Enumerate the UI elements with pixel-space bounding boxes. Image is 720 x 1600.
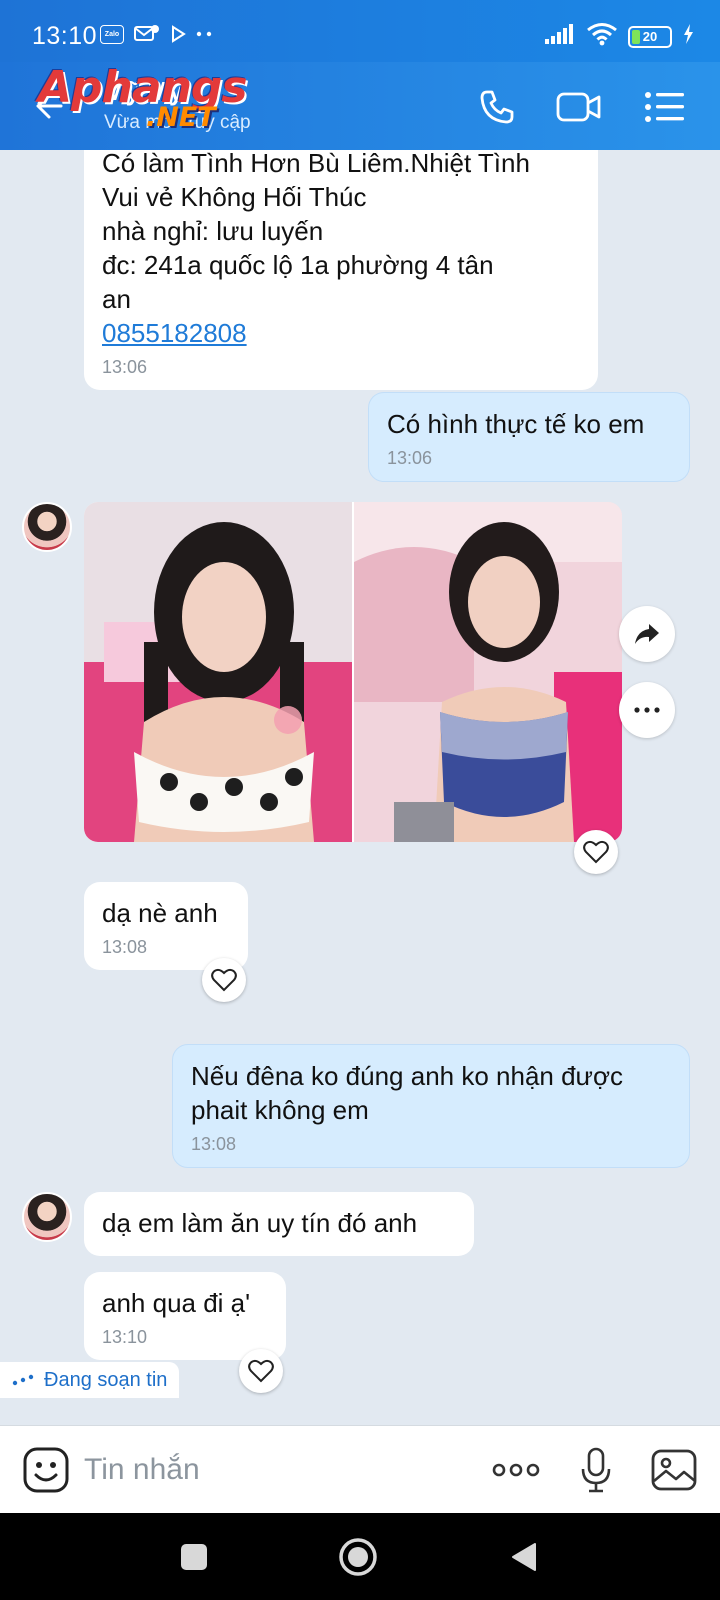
phone-link[interactable]: 0855182808 <box>102 316 580 350</box>
call-button[interactable] <box>472 82 522 132</box>
typing-text: Đang soạn tin <box>44 1368 168 1391</box>
like-button[interactable] <box>574 830 618 874</box>
zalo-notification-icon: Zalo <box>100 24 124 44</box>
message-bubble-outgoing[interactable]: Có hình thực tế ko em 13:06 <box>368 392 690 482</box>
photo-2[interactable] <box>354 502 622 842</box>
video-camera-icon <box>556 92 601 122</box>
square-icon <box>181 1544 207 1570</box>
contact-name[interactable]: Mỹ Mỹ <box>104 76 183 107</box>
battery-icon: 20 <box>628 25 672 48</box>
message-bubble-incoming[interactable]: Có làm Tình Hơn Bù Liêm.Nhiệt Tình Vui v… <box>84 150 598 390</box>
message-time: 13:06 <box>102 357 148 377</box>
status-bar: 13:10 Zalo 20 <box>0 0 720 62</box>
more-icon <box>634 707 660 713</box>
contact-status: Vừa mới truy cập <box>104 112 251 133</box>
more-options-button[interactable] <box>619 682 675 738</box>
more-notifications-icon <box>196 31 214 37</box>
menu-list-icon <box>645 92 684 122</box>
home-button[interactable] <box>334 1533 382 1581</box>
photo-1[interactable] <box>84 502 352 842</box>
microphone-icon <box>581 1447 611 1493</box>
like-button[interactable] <box>202 958 246 1002</box>
avatar[interactable] <box>22 1192 72 1242</box>
typing-dots-icon <box>12 1374 34 1386</box>
message-time: 13:10 <box>102 1327 148 1347</box>
share-icon <box>635 624 659 644</box>
gallery-button[interactable] <box>648 1444 700 1496</box>
wifi-icon <box>586 22 618 51</box>
message-time: 13:08 <box>191 1134 237 1154</box>
image-icon <box>651 1449 697 1491</box>
message-input[interactable] <box>84 1450 464 1490</box>
phone-icon <box>480 90 514 124</box>
more-actions-button[interactable] <box>490 1444 542 1496</box>
status-time: 13:10 <box>32 22 98 50</box>
emoji-button[interactable] <box>22 1446 70 1494</box>
back-arrow-icon <box>36 93 63 119</box>
message-time: 13:08 <box>102 937 148 957</box>
heart-icon <box>583 840 609 864</box>
message-bubble-incoming[interactable]: dạ em làm ăn uy tín đó anh <box>84 1192 474 1256</box>
back-button[interactable] <box>26 84 70 128</box>
back-triangle-icon <box>512 1543 536 1571</box>
play-notification-icon <box>170 25 186 43</box>
like-button[interactable] <box>239 1349 283 1393</box>
avatar[interactable] <box>22 502 72 552</box>
chat-header: Mỹ Mỹ Vừa mới truy cập Aphangs .NET <box>0 62 720 150</box>
photo-message[interactable] <box>84 502 622 842</box>
message-list[interactable]: Có làm Tình Hơn Bù Liêm.Nhiệt Tình Vui v… <box>0 150 720 1425</box>
message-composer <box>0 1425 720 1513</box>
emoji-icon <box>23 1447 69 1493</box>
message-bubble-outgoing[interactable]: Nếu đêna ko đúng anh ko nhận được phait … <box>172 1044 690 1168</box>
system-icons: 20 <box>544 22 694 51</box>
signal-icon <box>544 23 576 50</box>
home-circle-icon <box>339 1538 377 1576</box>
charging-icon <box>682 23 694 50</box>
share-button[interactable] <box>619 606 675 662</box>
video-call-button[interactable] <box>554 82 604 132</box>
message-bubble-incoming[interactable]: anh qua đi ạ' 13:10 <box>84 1272 286 1360</box>
more-icon <box>492 1463 540 1477</box>
heart-icon <box>248 1359 274 1383</box>
message-time: 13:06 <box>387 448 433 468</box>
notification-icons: Zalo <box>100 24 214 44</box>
system-navigation-bar <box>0 1513 720 1600</box>
menu-button[interactable] <box>640 82 690 132</box>
back-nav-button[interactable] <box>500 1533 548 1581</box>
voice-button[interactable] <box>570 1444 622 1496</box>
typing-indicator: Đang soạn tin <box>0 1362 180 1398</box>
recents-button[interactable] <box>170 1533 218 1581</box>
message-notification-icon <box>134 24 160 44</box>
heart-icon <box>211 968 237 992</box>
message-bubble-incoming[interactable]: dạ nè anh 13:08 <box>84 882 248 970</box>
